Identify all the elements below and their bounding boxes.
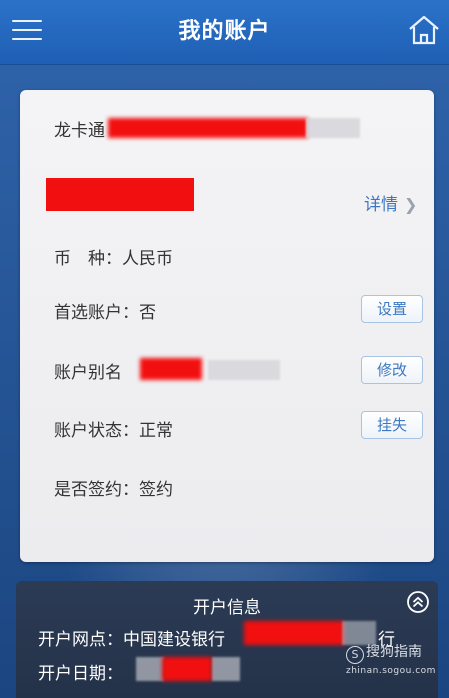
signed-value: 签约	[139, 480, 173, 500]
currency-label: 币 种：	[54, 249, 122, 269]
redacted-card-number-tail	[306, 118, 360, 138]
open-date-row: 开户日期：	[38, 659, 123, 684]
account-status-label: 账户状态：	[54, 421, 139, 441]
page-title: 我的账户	[178, 19, 271, 44]
set-preferred-button[interactable]: 设置	[361, 295, 423, 323]
account-card: 龙卡通 详情 ❯ 币 种：人民币 首选账户：否 设置 账户别名 修改 账户状态：正…	[20, 90, 434, 562]
currency-value: 人民币	[122, 249, 173, 269]
branch-value: 中国建设银行	[123, 630, 225, 650]
sogou-watermark: S 搜狗指南 zhinan.sogou.com	[346, 641, 436, 676]
open-info-panel: 开户信息 开户网点：中国建设银行 行 开户日期：	[16, 581, 438, 698]
redacted-date-tail	[212, 657, 240, 681]
signed-label: 是否签约：	[54, 480, 139, 500]
report-loss-button[interactable]: 挂失	[361, 411, 423, 439]
open-info-title: 开户信息	[193, 598, 261, 618]
open-date-label: 开户日期：	[38, 664, 123, 684]
chevron-right-icon: ❯	[404, 195, 418, 214]
top-bar: 我的账户	[0, 0, 449, 65]
collapse-up-icon[interactable]	[406, 590, 430, 614]
watermark-text: 搜狗指南	[366, 644, 422, 660]
detail-label: 详情	[364, 195, 398, 215]
detail-link[interactable]: 详情 ❯	[364, 190, 417, 215]
redacted-account-name	[46, 178, 194, 211]
account-alias-label: 账户别名	[54, 363, 122, 383]
home-icon[interactable]	[406, 12, 442, 48]
redacted-card-number	[108, 118, 308, 138]
sogou-logo-icon: S	[346, 646, 364, 664]
watermark-url: zhinan.sogou.com	[346, 666, 436, 676]
account-alias-row: 账户别名	[54, 358, 122, 383]
account-status-row: 账户状态：正常	[54, 416, 173, 441]
redacted-branch	[244, 621, 344, 645]
preferred-account-value: 否	[139, 303, 156, 323]
signed-row: 是否签约：签约	[54, 475, 173, 500]
card-type-label: 龙卡通	[54, 121, 105, 141]
edit-alias-button[interactable]: 修改	[361, 356, 423, 384]
preferred-account-row: 首选账户：否	[54, 298, 156, 323]
account-status-value: 正常	[139, 421, 173, 441]
redacted-date	[162, 657, 212, 681]
preferred-account-label: 首选账户：	[54, 303, 139, 323]
redacted-alias-tail	[208, 360, 280, 380]
currency-row: 币 种：人民币	[54, 244, 173, 269]
redacted-date-head	[136, 657, 164, 681]
redacted-alias	[140, 358, 202, 380]
branch-label: 开户网点：	[38, 630, 123, 650]
branch-row: 开户网点：中国建设银行	[38, 625, 225, 650]
